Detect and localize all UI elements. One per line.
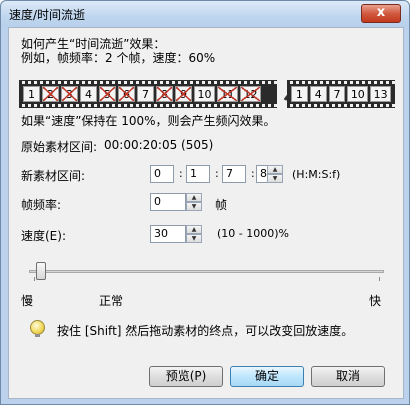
speed-slider-thumb[interactable] bbox=[36, 262, 47, 280]
film-frame-dropped: 9 bbox=[175, 86, 192, 102]
film-frame: 4 bbox=[80, 86, 97, 102]
spin-down-icon[interactable]: ▼ bbox=[186, 234, 202, 243]
time-separator: : bbox=[251, 167, 255, 180]
shift-tip: 按住 [Shift] 然后拖动素材的终点，可以改变回放速度。 bbox=[57, 324, 354, 338]
frame-rate-spinner[interactable]: ▲ ▼ bbox=[186, 193, 202, 211]
slider-label-slow: 慢 bbox=[21, 294, 34, 308]
film-frame-dropped: 11 bbox=[217, 86, 238, 102]
film-frame-dropped: 3 bbox=[61, 86, 78, 102]
ok-button[interactable]: 确定 bbox=[230, 366, 304, 387]
note-100-percent: 如果“速度”保持在 100%，则会产生频闪效果。 bbox=[21, 114, 276, 128]
frame-rate-input[interactable]: 0 bbox=[150, 193, 186, 211]
intro-line-2: 例如，帧频率：2 个帧，速度：60% bbox=[21, 51, 216, 65]
minutes-field[interactable]: 1 bbox=[186, 165, 210, 183]
speed-slider-track[interactable] bbox=[29, 270, 384, 273]
speed-range-hint: (10 - 1000)% bbox=[217, 227, 289, 240]
title-bar[interactable]: 速度/时间流逝 x bbox=[1, 1, 409, 27]
frame-rate-label: 帧频率: bbox=[21, 198, 62, 212]
film-frame-dropped: 5 bbox=[99, 86, 116, 102]
spin-down-icon[interactable]: ▼ bbox=[267, 174, 283, 183]
film-frame-dropped: 2 bbox=[42, 86, 59, 102]
film-frame-dropped: 8 bbox=[156, 86, 173, 102]
film-frame: 4 bbox=[309, 86, 327, 102]
speed-label: 速度(E): bbox=[21, 229, 66, 243]
film-frame: 1 bbox=[291, 86, 308, 102]
film-frame-dropped: 6 bbox=[118, 86, 135, 102]
speed-spinner[interactable]: ▲ ▼ bbox=[186, 225, 202, 243]
original-range-label: 原始素材区间: bbox=[21, 140, 98, 154]
film-frame: 10 bbox=[194, 86, 215, 102]
film-strip-after: 1 4 7 10 13 bbox=[287, 80, 395, 108]
cancel-button[interactable]: 取消 bbox=[311, 366, 385, 387]
film-frame: 7 bbox=[137, 86, 154, 102]
spin-up-icon[interactable]: ▲ bbox=[186, 193, 202, 202]
slider-label-fast: 快 bbox=[369, 294, 382, 308]
slider-tick bbox=[379, 277, 380, 281]
seconds-field[interactable]: 7 bbox=[222, 165, 246, 183]
window-title: 速度/时间流逝 bbox=[9, 8, 86, 22]
film-frame-dropped: 12 bbox=[240, 86, 261, 102]
spin-up-icon[interactable]: ▲ bbox=[186, 225, 202, 234]
film-frame: 1 bbox=[23, 86, 40, 102]
original-range-value: 00:00:20:05 (505) bbox=[104, 138, 214, 152]
new-range-spinner[interactable]: ▲ ▼ bbox=[267, 165, 283, 183]
film-frame: 13 bbox=[370, 86, 391, 102]
slider-tick bbox=[34, 277, 35, 281]
spin-up-icon[interactable]: ▲ bbox=[267, 165, 283, 174]
film-strip-before: 1 2 3 4 5 6 7 8 9 10 11 12 bbox=[19, 80, 277, 108]
spin-down-icon[interactable]: ▼ bbox=[186, 202, 202, 211]
lightbulb-icon bbox=[30, 320, 45, 337]
preview-button[interactable]: 预览(P) bbox=[149, 366, 223, 387]
new-range-label: 新素材区间: bbox=[21, 169, 86, 183]
frame-unit: 帧 bbox=[215, 198, 228, 212]
time-separator: : bbox=[179, 167, 183, 180]
speed-input[interactable]: 30 bbox=[150, 225, 186, 243]
time-separator: : bbox=[215, 167, 219, 180]
dialog-window: 速度/时间流逝 x 如何产生“时间流逝”效果： 例如，帧频率：2 个帧，速度：6… bbox=[0, 0, 410, 405]
close-button[interactable]: x bbox=[361, 4, 401, 23]
slider-label-normal: 正常 bbox=[99, 294, 124, 308]
film-frame: 10 bbox=[347, 86, 369, 102]
hours-field[interactable]: 0 bbox=[150, 165, 174, 183]
time-format-hint: (H:M:S:f) bbox=[292, 168, 341, 181]
dialog-body: 如何产生“时间流逝”效果： 例如，帧频率：2 个帧，速度：60% 1234567… bbox=[8, 27, 404, 399]
film-frame: 7 bbox=[328, 86, 346, 102]
